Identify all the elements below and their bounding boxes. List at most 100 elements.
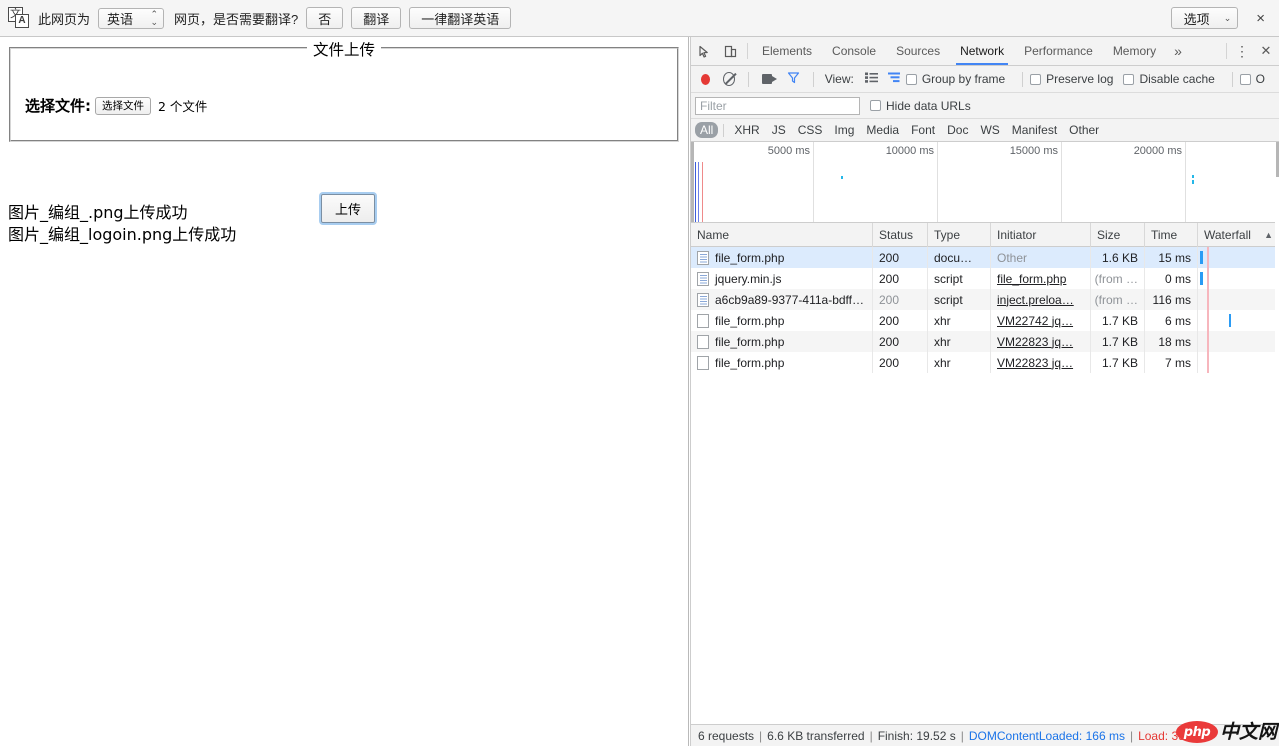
initiator-link[interactable]: VM22823 jq… [997,335,1073,349]
tab-network[interactable]: Network [950,37,1014,65]
watermark-site-text: 中文网 [1219,721,1277,743]
status-domcontentloaded: DOMContentLoaded: 166 ms [968,728,1125,743]
column-header-status[interactable]: Status [873,222,928,247]
cell-size: (from … [1091,268,1145,289]
inspect-element-icon[interactable] [691,37,717,65]
offline-checkbox-wrap[interactable]: O [1239,72,1275,86]
close-devtools-icon[interactable]: ✕ [1253,37,1279,65]
more-tabs-icon[interactable]: » [1166,37,1190,65]
filter-input[interactable]: Filter [695,96,860,115]
list-view-icon[interactable] [864,72,878,86]
funnel-icon[interactable] [787,71,800,87]
hide-data-urls-checkbox-wrap[interactable]: Hide data URLs [870,99,981,113]
tab-memory[interactable]: Memory [1103,37,1166,65]
type-filter-doc[interactable]: Doc [942,122,973,138]
chevron-updown-icon: ⌃ ⌄ [150,9,159,27]
cell-time: 7 ms [1145,352,1198,373]
group-by-frame-checkbox[interactable] [905,73,917,85]
table-row[interactable]: file_form.php 200 xhr VM22742 jq… 1.7 KB… [691,310,1279,331]
hide-data-urls-checkbox[interactable] [870,100,881,111]
cell-type: script [928,268,991,289]
tab-sources[interactable]: Sources [886,37,950,65]
column-header-initiator[interactable]: Initiator [991,222,1091,247]
request-name: a6cb9a89-9377-411a-bdff… [715,292,865,307]
waterfall-view-icon[interactable] [887,72,901,86]
table-row[interactable]: jquery.min.js 200 script file_form.php (… [691,268,1279,289]
device-toolbar-icon[interactable] [717,37,743,65]
record-icon[interactable] [701,73,711,85]
column-header-name[interactable]: Name [691,222,873,247]
xhr-file-icon [697,355,709,370]
table-row[interactable]: file_form.php 200 xhr VM22823 jq… 1.7 KB… [691,352,1279,373]
cell-status: 200 [873,247,928,268]
type-filter-manifest[interactable]: Manifest [1007,122,1062,138]
cell-time: 18 ms [1145,331,1198,352]
offline-label: O [1255,72,1265,86]
table-row[interactable]: file_form.php 200 xhr VM22823 jq… 1.7 KB… [691,331,1279,352]
clear-icon[interactable] [723,72,736,86]
choose-file-button[interactable]: 选择文件 [95,96,151,115]
disable-cache-checkbox[interactable] [1123,73,1135,85]
network-overview-timeline[interactable]: 5000 ms 10000 ms 15000 ms 20000 ms [691,142,1279,223]
type-filter-ws[interactable]: WS [975,122,1004,138]
initiator-link[interactable]: file_form.php [997,272,1066,286]
always-translate-button[interactable]: 一律翻译英语 [409,7,512,29]
network-list-scrollbar[interactable] [1275,177,1279,724]
status-finish: Finish: 19.52 s [877,728,956,743]
translate-options-button[interactable]: 选项 ⌄ [1170,7,1239,29]
cell-name: file_form.php [691,247,873,268]
disable-cache-checkbox-wrap[interactable]: Disable cache [1123,72,1224,86]
cell-initiator: VM22823 jq… [991,352,1091,373]
type-filter-other[interactable]: Other [1064,122,1104,138]
type-filter-media[interactable]: Media [861,122,904,138]
column-header-waterfall[interactable]: Waterfall ▲ [1198,223,1279,247]
column-header-time[interactable]: Time [1145,222,1198,247]
offline-checkbox[interactable] [1239,73,1251,85]
cell-time: 15 ms [1145,247,1198,268]
close-infobar-icon[interactable]: × [1250,11,1271,26]
tab-elements[interactable]: Elements [752,37,822,65]
overview-request-dot-1 [841,176,843,179]
tab-console[interactable]: Console [822,37,886,65]
tabbar-divider-right [1226,43,1227,59]
type-filter-xhr[interactable]: XHR [729,122,764,138]
tab-performance[interactable]: Performance [1014,37,1103,65]
cell-initiator: VM22742 jq… [991,310,1091,331]
camera-icon[interactable] [762,74,777,84]
chevron-down-icon: ⌄ [1223,12,1232,23]
preserve-log-checkbox-wrap[interactable]: Preserve log [1030,72,1123,86]
type-filter-font[interactable]: Font [906,122,940,138]
overview-tick-1: 5000 ms [768,142,814,222]
toolbar-divider-3 [1022,71,1024,87]
table-row[interactable]: a6cb9a89-9377-411a-bdff… 200 script inje… [691,289,1279,310]
view-label: View: [824,72,854,86]
initiator-link[interactable]: inject.preloa… [997,293,1074,307]
cell-status: 200 [873,310,928,331]
source-language-select[interactable]: 英语 ⌃ ⌄ [98,7,165,29]
group-by-frame-checkbox-wrap[interactable]: Group by frame [905,72,1015,86]
column-header-type[interactable]: Type [928,222,991,247]
initiator-link[interactable]: VM22742 jq… [997,314,1073,328]
overview-tick-label-3: 15000 ms [1009,145,1058,157]
cell-initiator: file_form.php [991,268,1091,289]
upload-button[interactable]: 上传 [321,194,376,223]
decline-translate-button[interactable]: 否 [306,7,344,29]
type-filter-all[interactable]: All [695,122,719,138]
upload-result-message-2: 图片_编组_logoin.png上传成功 [8,225,237,244]
cell-time: 6 ms [1145,310,1198,331]
preserve-log-checkbox[interactable] [1030,73,1042,85]
translate-button[interactable]: 翻译 [351,7,402,29]
waterfall-bar [1200,272,1203,285]
cell-initiator: inject.preloa… [991,289,1091,310]
overview-request-dot-3 [1192,180,1194,184]
overview-left-handle[interactable] [691,142,694,222]
cell-size: (from … [1091,289,1145,310]
cell-type: script [928,289,991,310]
type-filter-img[interactable]: Img [829,122,859,138]
initiator-link[interactable]: VM22823 jq… [997,356,1073,370]
column-header-size[interactable]: Size [1091,222,1145,247]
devtools-menu-icon[interactable]: ⋮ [1231,37,1253,65]
type-filter-js[interactable]: JS [767,122,791,138]
table-row[interactable]: file_form.php 200 docu… Other 1.6 KB 15 … [691,247,1279,268]
type-filter-css[interactable]: CSS [793,122,828,138]
